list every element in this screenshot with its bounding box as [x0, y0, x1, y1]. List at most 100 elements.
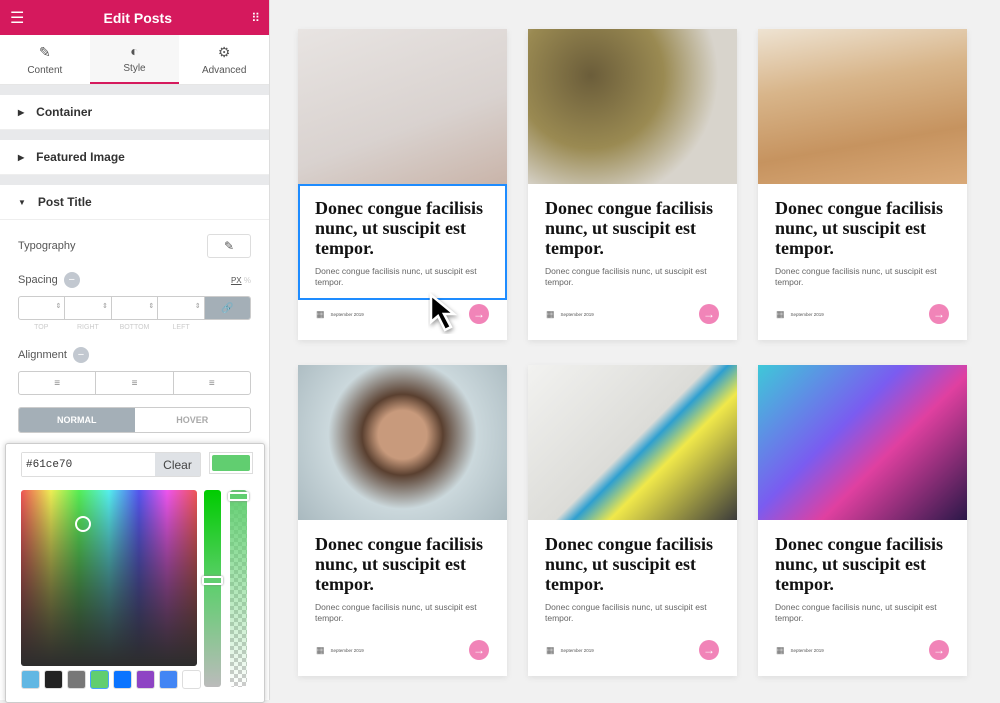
- post-card[interactable]: Donec congue facilisis nunc, ut suscipit…: [758, 29, 967, 340]
- post-date: September 2019: [790, 647, 824, 653]
- spacing-top-input[interactable]: ⇕: [19, 297, 66, 319]
- typography-edit-button[interactable]: ✎: [207, 234, 251, 258]
- color-selector-handle[interactable]: [75, 516, 91, 532]
- post-card[interactable]: Donec congue facilisis nunc, ut suscipit…: [298, 365, 507, 676]
- featured-image[interactable]: [528, 365, 737, 520]
- post-title[interactable]: Donec congue facilisis nunc, ut suscipit…: [775, 198, 950, 258]
- color-swatch[interactable]: [67, 670, 86, 689]
- tab-content[interactable]: ✎ Content: [0, 35, 90, 84]
- tab-label: Advanced: [201, 64, 247, 76]
- contrast-icon: ◐: [130, 43, 139, 59]
- featured-image[interactable]: [298, 365, 507, 520]
- hamburger-icon[interactable]: ☰: [10, 8, 24, 28]
- hex-input[interactable]: [22, 453, 155, 476]
- post-title[interactable]: Donec congue facilisis nunc, ut suscipit…: [545, 198, 720, 258]
- tab-advanced[interactable]: ⚙ Advanced: [179, 35, 269, 84]
- arrow-right-icon[interactable]: →: [469, 640, 489, 660]
- gear-icon: ⚙: [217, 43, 231, 60]
- unit-px[interactable]: PX: [231, 276, 242, 285]
- dim-label: LEFT: [172, 324, 190, 331]
- arrow-right-icon[interactable]: →: [469, 304, 489, 324]
- post-body: Donec congue facilisis nunc, ut suscipit…: [298, 520, 507, 636]
- dim-label: BOTTOM: [119, 324, 150, 331]
- spacing-label: Spacing: [18, 274, 58, 286]
- spacing-labels: TOP RIGHT BOTTOM LEFT: [18, 324, 251, 331]
- grid-icon[interactable]: ⠿: [251, 11, 260, 25]
- post-date: September 2019: [330, 311, 364, 317]
- section-label: Featured Image: [36, 150, 125, 164]
- saturation-area[interactable]: [21, 490, 197, 666]
- align-center-icon[interactable]: ≡: [96, 372, 174, 394]
- tab-normal[interactable]: NORMAL: [19, 408, 135, 432]
- hue-slider[interactable]: [202, 490, 223, 687]
- post-title[interactable]: Donec congue facilisis nunc, ut suscipit…: [545, 534, 720, 594]
- dim-label: RIGHT: [77, 324, 99, 331]
- tab-hover[interactable]: HOVER: [135, 408, 251, 432]
- post-date: September 2019: [790, 311, 824, 317]
- calendar-icon: ▦: [546, 644, 555, 655]
- post-excerpt: Donec congue facilisis nunc, ut suscipit…: [315, 266, 477, 287]
- post-card[interactable]: Donec congue facilisis nunc, ut suscipit…: [758, 365, 967, 676]
- clear-button[interactable]: Clear: [155, 453, 200, 476]
- post-card[interactable]: Donec congue facilisis nunc, ut suscipit…: [298, 29, 507, 340]
- post-card[interactable]: Donec congue facilisis nunc, ut suscipit…: [528, 365, 737, 676]
- calendar-icon: ▦: [546, 308, 555, 319]
- featured-image[interactable]: [758, 29, 967, 184]
- post-title[interactable]: Donec congue facilisis nunc, ut suscipit…: [315, 198, 490, 258]
- alpha-slider[interactable]: [228, 490, 249, 687]
- section-label: Post Title: [37, 195, 92, 209]
- post-excerpt: Donec congue facilisis nunc, ut suscipit…: [545, 602, 707, 623]
- typography-row: Typography ✎: [0, 234, 269, 258]
- tab-label: Style: [123, 63, 146, 74]
- post-date: September 2019: [560, 647, 594, 653]
- spacing-right-input[interactable]: ⇕: [65, 297, 112, 319]
- section-container[interactable]: ▶ Container: [0, 95, 269, 130]
- section-post-title[interactable]: ▼ Post Title: [0, 185, 269, 220]
- caret-right-icon: ▶: [18, 152, 25, 162]
- responsive-icon[interactable]: −: [72, 347, 89, 363]
- calendar-icon: ▦: [316, 308, 325, 319]
- pencil-icon: ✎: [38, 43, 51, 60]
- calendar-icon: ▦: [316, 644, 325, 655]
- section-featured-image[interactable]: ▶ Featured Image: [0, 140, 269, 175]
- link-values-button[interactable]: 🔗: [204, 297, 250, 319]
- spacing-left-input[interactable]: ⇕: [158, 297, 205, 319]
- post-card[interactable]: Donec congue facilisis nunc, ut suscipit…: [528, 29, 737, 340]
- post-excerpt: Donec congue facilisis nunc, ut suscipit…: [775, 266, 937, 287]
- align-left-icon[interactable]: ≡: [19, 372, 97, 394]
- section-label: Container: [36, 105, 93, 119]
- tab-label: Content: [27, 64, 63, 76]
- arrow-right-icon[interactable]: →: [699, 304, 719, 324]
- current-color-preview: [209, 452, 253, 474]
- color-swatch[interactable]: [182, 670, 201, 689]
- align-right-icon[interactable]: ≡: [174, 372, 250, 394]
- post-date: September 2019: [560, 311, 594, 317]
- unit-percent[interactable]: %: [244, 276, 251, 285]
- color-picker: Clear: [5, 443, 265, 703]
- arrow-right-icon[interactable]: →: [929, 304, 949, 324]
- post-title[interactable]: Donec congue facilisis nunc, ut suscipit…: [775, 534, 950, 594]
- featured-image[interactable]: [758, 365, 967, 520]
- post-excerpt: Donec congue facilisis nunc, ut suscipit…: [315, 602, 477, 623]
- arrow-right-icon[interactable]: →: [699, 640, 719, 660]
- tab-style[interactable]: ◐ Style: [89, 35, 180, 84]
- calendar-icon: ▦: [776, 308, 785, 319]
- panel-title: Edit Posts: [103, 9, 172, 26]
- color-swatch[interactable]: [113, 670, 132, 689]
- color-swatch[interactable]: [21, 670, 40, 689]
- post-body: Donec congue facilisis nunc, ut suscipit…: [758, 184, 967, 300]
- color-swatch[interactable]: [44, 670, 63, 689]
- state-toggle: NORMAL HOVER: [18, 407, 251, 433]
- post-title[interactable]: Donec congue facilisis nunc, ut suscipit…: [315, 534, 490, 594]
- arrow-right-icon[interactable]: →: [929, 640, 949, 660]
- featured-image[interactable]: [528, 29, 737, 184]
- color-swatch[interactable]: [136, 670, 155, 689]
- color-swatch[interactable]: [90, 670, 109, 689]
- post-body: Donec congue facilisis nunc, ut suscipit…: [528, 184, 737, 300]
- spacing-bottom-input[interactable]: ⇕: [112, 297, 159, 319]
- post-body: Donec congue facilisis nunc, ut suscipit…: [758, 520, 967, 636]
- color-swatch[interactable]: [159, 670, 178, 689]
- featured-image[interactable]: [298, 29, 507, 184]
- post-body: Donec congue facilisis nunc, ut suscipit…: [528, 520, 737, 636]
- responsive-icon[interactable]: −: [63, 272, 80, 288]
